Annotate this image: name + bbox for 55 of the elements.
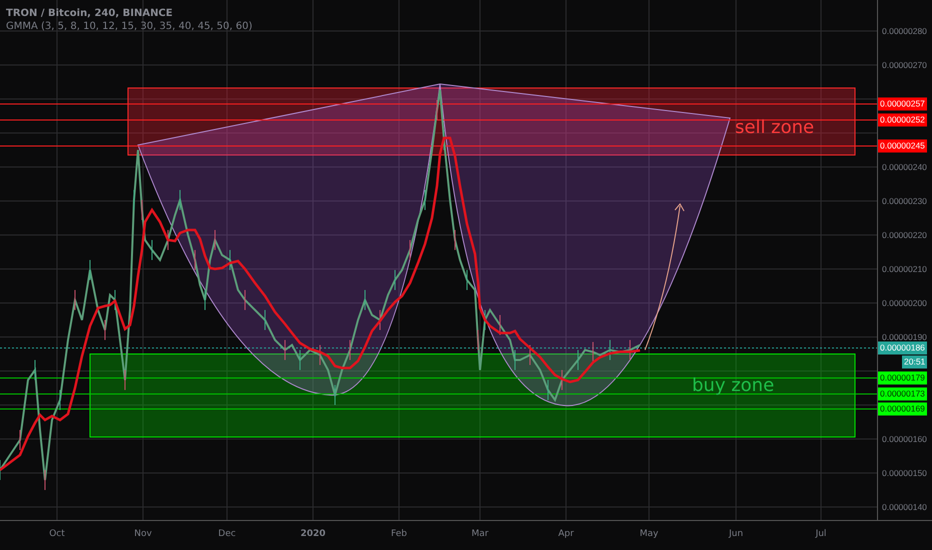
candle-wick [34,360,36,380]
candle-wick [114,290,116,310]
candle-wick [436,100,438,120]
zone-label: sell zone [735,117,814,138]
price-label: 0.00000245 [878,140,927,152]
time-label: Mar [472,529,488,539]
time-label: Feb [391,529,407,539]
candle-wick [204,290,206,310]
candle-wick [484,310,486,330]
time-label: 2020 [300,529,326,539]
time-label: Jul [816,529,826,539]
price-tick-label: 0.00000230 [882,196,927,206]
candle-wick [214,230,216,250]
price-tick-label: 0.00000220 [882,230,927,240]
price-tick-label: 0.00000160 [882,434,927,444]
price-tick-label: 0.00000140 [882,502,927,512]
candle-wick [394,270,396,290]
candle-wick [334,384,336,406]
candle-wick [104,320,106,340]
price-tick-label: 0.00000200 [882,298,927,308]
time-label: Jun [728,529,744,539]
price-label: 0.00000173 [878,388,927,400]
countdown-label: 20:51 [902,356,928,368]
indicator-label: GMMA (3, 5, 8, 10, 12, 15, 30, 35, 40, 45, 50, 60) [6,21,252,33]
candle-wick [264,310,266,330]
price-tick-label: 0.00000280 [882,26,927,36]
price-tick-label: 0.00000190 [882,332,927,342]
time-label: Oct [49,529,65,539]
candle-wick [454,230,456,250]
price-label: 0.00000186 [878,342,927,354]
time-label: Apr [558,529,574,539]
candle-wick [592,342,594,362]
candle-wick [44,470,46,490]
price-tick-label: 0.00000270 [882,60,927,70]
price-tick-label: 0.00000150 [882,468,927,478]
candle-wick [74,290,76,310]
zone-label: buy zone [692,375,774,396]
candle-wick [124,370,126,390]
candle-wick [364,290,366,310]
price-label: 0.00000179 [878,372,927,384]
candle-wick [284,340,286,360]
time-label: May [640,529,658,539]
price-tick-label: 0.00000240 [882,162,927,172]
price-label: 0.00000257 [878,98,927,110]
price-tick-label: 0.00000210 [882,264,927,274]
time-label: Nov [134,529,152,539]
candle-wick [514,350,516,370]
candle-wick [244,290,246,310]
price-label: 0.00000252 [878,114,927,126]
candle-wick [424,190,426,210]
time-label: Dec [218,529,236,539]
candle-wick [466,270,468,290]
candle-wick [194,250,196,270]
price-label: 0.00000169 [878,402,927,416]
symbol-title: TRON / Bitcoin, 240, BINANCE [6,8,174,20]
